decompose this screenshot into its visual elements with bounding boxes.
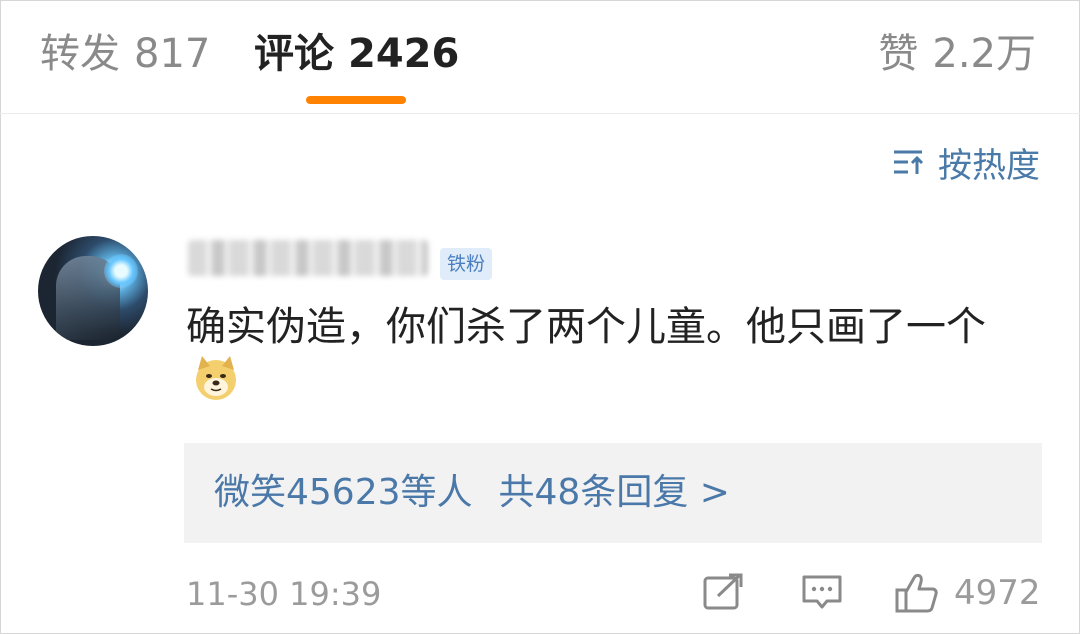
like-count: 4972 (954, 573, 1041, 613)
divider (0, 113, 1080, 114)
comment-text: 确实伪造，你们杀了两个儿童。他只画了一个 (186, 304, 986, 350)
share-icon (703, 573, 743, 610)
comment-timestamp: 11-30 19:39 (186, 575, 382, 613)
tab-like-label: 赞 (878, 31, 919, 77)
tab-bar: 转发 817 评论 2426 赞 2.2万 (0, 0, 1080, 112)
comment-icon (802, 575, 842, 609)
share-button[interactable] (702, 572, 746, 616)
avatar-glow (104, 254, 138, 288)
sort-by-hot-button[interactable]: 按热度 (892, 140, 1040, 186)
reply-button[interactable] (800, 572, 844, 616)
avatar[interactable] (38, 236, 148, 346)
sort-icon (894, 150, 924, 174)
tab-like-count: 2.2万 (932, 31, 1036, 77)
replies-preview[interactable]: 微笑45623等人 共48条回复 > (184, 443, 1042, 543)
tab-repost-label: 转发 (40, 31, 120, 77)
like-button[interactable]: 4972 (894, 572, 1041, 614)
tab-repost[interactable]: 转发 817 (40, 26, 210, 82)
reply-count-link[interactable]: 共48条回复 > (499, 472, 730, 513)
doge-emoji-icon (196, 356, 236, 400)
tab-repost-count: 817 (134, 31, 211, 77)
replies-summary: 微笑45623等人 共48条回复 > (214, 467, 730, 519)
tab-comment-label: 评论 (254, 31, 334, 77)
tab-comment-count: 2426 (348, 31, 460, 77)
comment-body: 确实伪造，你们杀了两个儿童。他只画了一个 (186, 300, 1036, 408)
reply-likers: 微笑45623等人 (214, 472, 473, 513)
sort-label: 按热度 (938, 145, 1040, 186)
username-blurred[interactable] (188, 240, 428, 276)
tab-like[interactable]: 赞 2.2万 (878, 26, 1036, 82)
active-tab-indicator (306, 96, 406, 104)
fan-badge: 铁粉 (440, 248, 493, 280)
thumbs-up-icon (895, 573, 938, 613)
tab-comment[interactable]: 评论 2426 (254, 26, 459, 82)
